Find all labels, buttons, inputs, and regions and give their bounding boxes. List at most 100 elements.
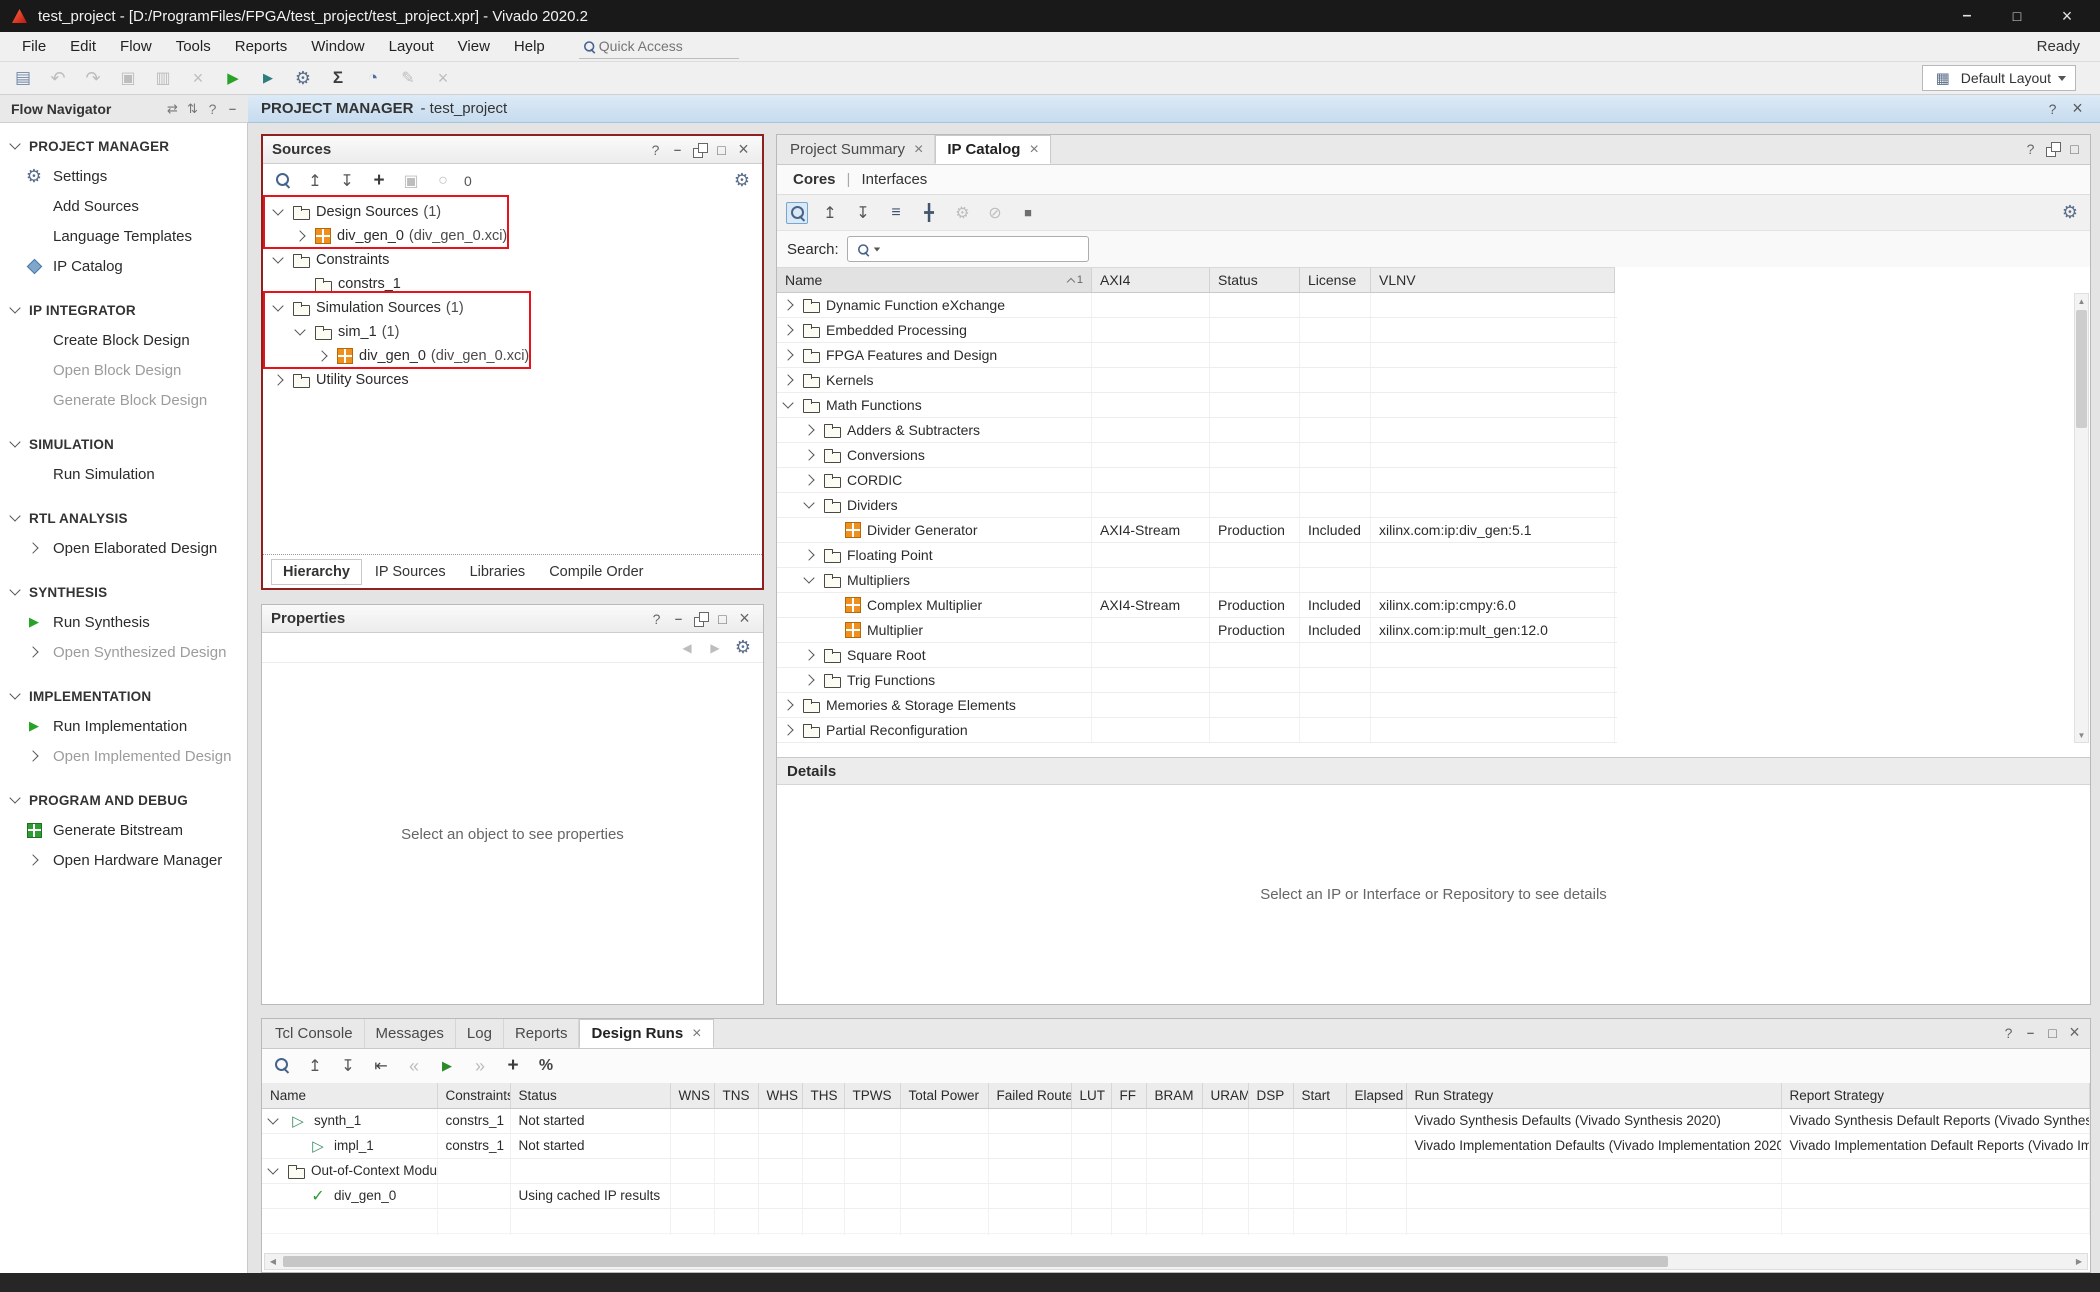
timing-icon[interactable] [362,67,384,89]
step-forward-icon[interactable] [469,1055,491,1077]
run-name-cell[interactable]: synth_1 [262,1108,437,1133]
ip-name-cell[interactable]: FPGA Features and Design [777,343,1092,367]
menu-view[interactable]: View [446,38,502,55]
layout-selector[interactable]: Default Layout [1922,65,2076,91]
step-back-icon[interactable] [403,1055,425,1077]
column-header-vlnv[interactable]: VLNV [1371,268,1615,292]
properties-panel-header[interactable]: Properties [262,605,763,633]
ip-row-multipliers[interactable]: Multipliers [777,568,1617,593]
chevron-right-icon[interactable] [802,472,818,488]
float-icon[interactable] [691,609,710,628]
source-utility-sources[interactable]: Utility Sources [263,368,762,392]
help-icon[interactable] [647,609,666,628]
ip-name-cell[interactable]: Math Functions [777,393,1092,417]
run-row-div-gen-0[interactable]: div_gen_0Using cached IP results [262,1183,2090,1208]
add-icon[interactable] [502,1055,524,1077]
collapse-all-icon[interactable] [304,1055,326,1077]
details-header[interactable]: Details [777,757,2090,785]
tab-ip-catalog[interactable]: IP Catalog× [935,135,1050,164]
runs-column-bram[interactable]: BRAM [1146,1083,1202,1108]
flow-section-ip-integrator[interactable]: IP INTEGRATOR [0,295,247,325]
ip-name-cell[interactable]: Memories & Storage Elements [777,693,1092,717]
sources-tab-ip-sources[interactable]: IP Sources [364,560,457,584]
run-play-icon[interactable] [436,1055,458,1077]
runs-column-report-strategy[interactable]: Report Strategy [1781,1083,2090,1108]
ip-name-cell[interactable]: CORDIC [777,468,1092,492]
menu-window[interactable]: Window [299,38,376,55]
sources-tab-libraries[interactable]: Libraries [459,560,537,584]
chevron-right-icon[interactable] [781,322,797,338]
maximize-icon[interactable] [712,140,731,159]
flow-item-open-synthesized-design[interactable]: Open Synthesized Design [0,637,247,667]
runs-column-ff[interactable]: FF [1111,1083,1146,1108]
subtab-cores[interactable]: Cores [790,171,839,188]
expand-all-icon[interactable] [337,1055,359,1077]
expand-all-icon[interactable] [852,202,874,224]
tab-tcl-console[interactable]: Tcl Console [264,1019,365,1048]
run-name-cell[interactable]: Out-of-Context Module Runs [262,1158,437,1183]
chevron-right-icon[interactable] [781,297,797,313]
chevron-down-icon[interactable] [781,397,797,413]
flow-item-open-elaborated-design[interactable]: Open Elaborated Design [0,533,247,563]
close-window-icon[interactable] [2056,5,2078,27]
source-sim-1[interactable]: sim_1 (1) [263,320,762,344]
runs-column-run-strategy[interactable]: Run Strategy [1406,1083,1781,1108]
chevron-right-icon[interactable] [781,722,797,738]
ip-name-cell[interactable]: Floating Point [777,543,1092,567]
flow-item-open-implemented-design[interactable]: Open Implemented Design [0,741,247,771]
menu-layout[interactable]: Layout [377,38,446,55]
flow-item-run-implementation[interactable]: Run Implementation [0,711,247,741]
search-icon[interactable] [271,1055,293,1077]
menu-flow[interactable]: Flow [108,38,164,55]
ip-row-cordic[interactable]: CORDIC [777,468,1617,493]
ip-row-trig-functions[interactable]: Trig Functions [777,668,1617,693]
ip-name-cell[interactable]: Adders & Subtracters [777,418,1092,442]
chevron-right-icon[interactable] [781,372,797,388]
gear-icon[interactable] [2059,202,2081,224]
expand-all-icon[interactable] [336,170,358,192]
flow-section-project-manager[interactable]: PROJECT MANAGER [0,131,247,161]
ip-row-complex-multiplier[interactable]: Complex MultiplierAXI4-StreamProductionI… [777,593,1617,618]
ip-name-cell[interactable]: Dynamic Function eXchange [777,293,1092,317]
close-icon[interactable] [735,609,754,628]
collapse-all-icon[interactable] [304,170,326,192]
filter-circle-icon[interactable] [432,170,454,192]
ip-name-cell[interactable]: Complex Multiplier [777,593,1092,617]
ip-name-cell[interactable]: Multiplier [777,618,1092,642]
close-tab-icon[interactable]: × [1029,141,1038,159]
flow-item-add-sources[interactable]: Add Sources [0,191,247,221]
ip-name-cell[interactable]: Multipliers [777,568,1092,592]
flow-section-rtl-analysis[interactable]: RTL ANALYSIS [0,503,247,533]
ip-row-memories-storage-elements[interactable]: Memories & Storage Elements [777,693,1617,718]
maximize-icon[interactable] [2043,1023,2062,1042]
help-icon[interactable] [2021,139,2040,158]
runs-column-wns[interactable]: WNS [670,1083,714,1108]
subtab-interfaces[interactable]: Interfaces [858,171,930,188]
chevron-down-icon[interactable] [266,1113,282,1129]
runs-column-ths[interactable]: THS [802,1083,844,1108]
close-icon[interactable] [734,140,753,159]
chevron-down-icon[interactable] [271,252,287,268]
ip-row-multiplier[interactable]: MultiplierProductionIncludedxilinx.com:i… [777,618,1617,643]
runs-column-tpws[interactable]: TPWS [844,1083,900,1108]
redo-icon[interactable] [82,67,104,89]
flow-section-synthesis[interactable]: SYNTHESIS [0,577,247,607]
chevron-right-icon[interactable] [271,372,287,388]
tab-messages[interactable]: Messages [365,1019,456,1048]
ip-name-cell[interactable]: Dividers [777,493,1092,517]
runs-column-failed-routes[interactable]: Failed Routes [988,1083,1071,1108]
scrollbar-thumb[interactable] [2076,310,2087,428]
runs-column-lut[interactable]: LUT [1071,1083,1111,1108]
ip-row-divider-generator[interactable]: Divider GeneratorAXI4-StreamProductionIn… [777,518,1617,543]
runs-column-start[interactable]: Start [1293,1083,1346,1108]
run-row-out-of-context-module-runs[interactable]: Out-of-Context Module Runs [262,1158,2090,1183]
ip-row-square-root[interactable]: Square Root [777,643,1617,668]
flow-item-language-templates[interactable]: Language Templates [0,221,247,251]
float-icon[interactable] [2043,139,2062,158]
scroll-left-icon[interactable]: ◀ [265,1254,281,1269]
source-constrs-1[interactable]: constrs_1 [263,272,762,296]
ip-row-fpga-features-and-design[interactable]: FPGA Features and Design [777,343,1617,368]
source-div-gen-0[interactable]: div_gen_0 (div_gen_0.xci) [263,224,762,248]
flow-item-run-synthesis[interactable]: Run Synthesis [0,607,247,637]
cancel-icon[interactable] [432,67,454,89]
